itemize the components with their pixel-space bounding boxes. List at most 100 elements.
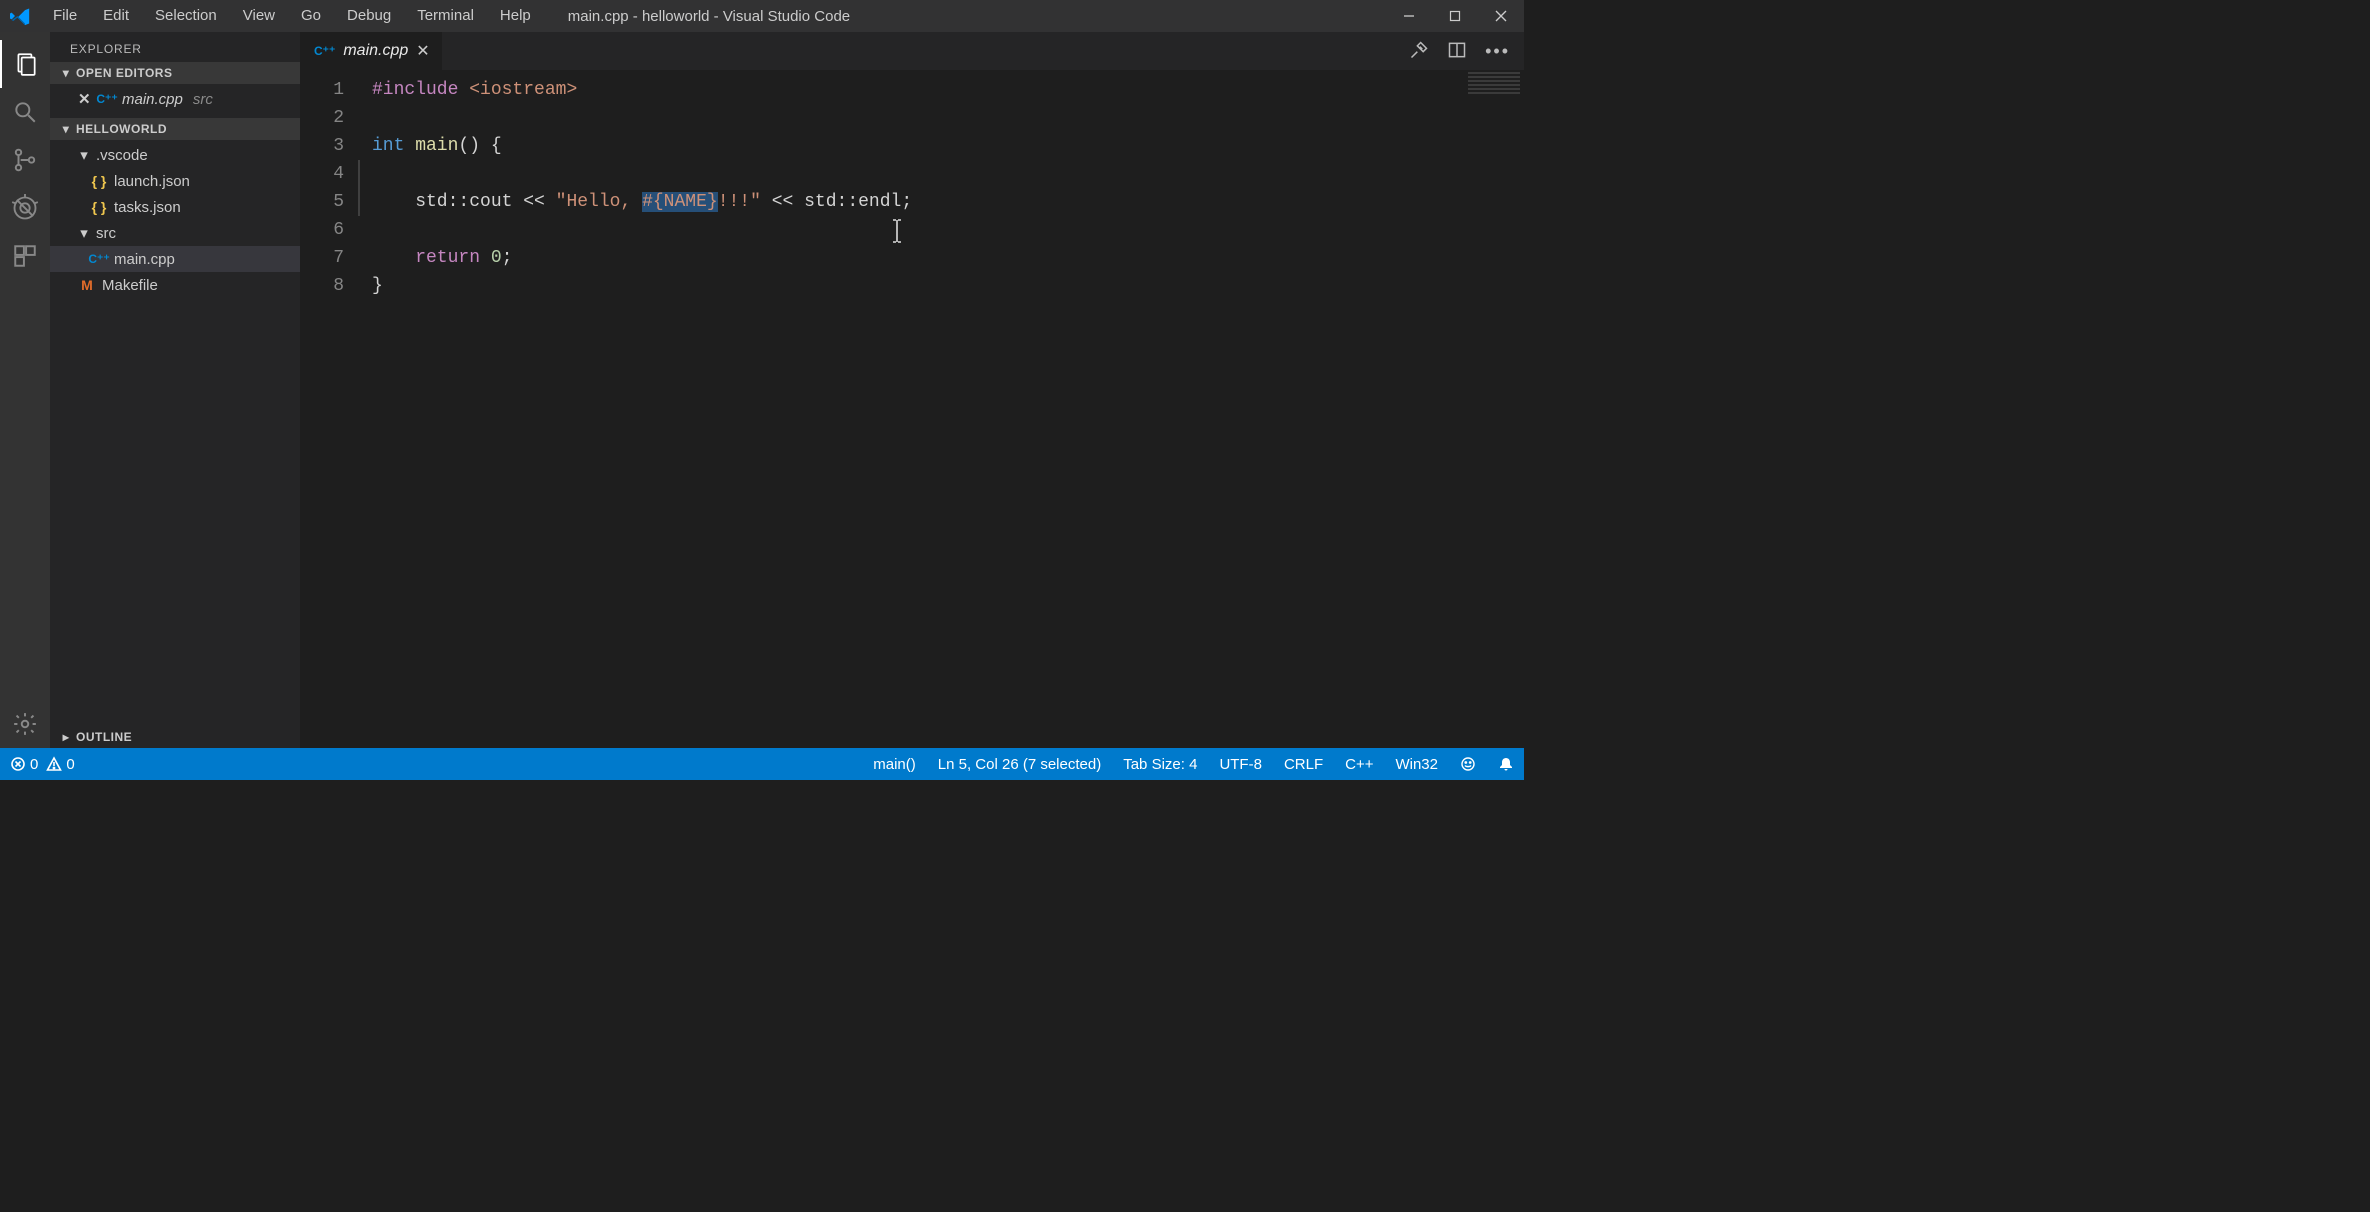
activity-search[interactable]	[0, 88, 50, 136]
error-icon	[10, 756, 26, 772]
tree-label: .vscode	[96, 147, 148, 164]
status-errors-count: 0	[30, 756, 38, 773]
status-language[interactable]: C++	[1345, 756, 1373, 773]
menu-view[interactable]: View	[230, 0, 288, 32]
status-tab-size[interactable]: Tab Size: 4	[1123, 756, 1197, 773]
tree-label: main.cpp	[114, 251, 175, 268]
activity-source-control[interactable]	[0, 136, 50, 184]
line-number: 4	[300, 160, 344, 188]
window-maximize-button[interactable]	[1432, 0, 1478, 32]
line-number: 6	[300, 216, 344, 244]
cpp-file-icon: C⁺⁺	[314, 44, 335, 58]
editor-tab-main-cpp[interactable]: C⁺⁺ main.cpp ✕	[300, 32, 443, 70]
minimap[interactable]	[1464, 70, 1524, 748]
menu-edit[interactable]: Edit	[90, 0, 142, 32]
line-number: 1	[300, 76, 344, 104]
status-platform[interactable]: Win32	[1395, 756, 1438, 773]
window-close-button[interactable]	[1478, 0, 1524, 32]
activity-extensions[interactable]	[0, 232, 50, 280]
tree-file-tasks-json[interactable]: { } tasks.json	[50, 194, 300, 220]
chevron-right-icon: ▸	[60, 730, 72, 744]
status-eol[interactable]: CRLF	[1284, 756, 1323, 773]
line-indent-guide	[358, 160, 360, 216]
line-number-gutter: 1 2 3 4 5 6 7 8	[300, 70, 358, 748]
section-project-label: HELLOWORLD	[76, 122, 167, 136]
section-project[interactable]: ▾ HELLOWORLD	[50, 118, 300, 140]
chevron-down-icon: ▾	[60, 122, 72, 136]
status-feedback-icon[interactable]	[1460, 756, 1476, 772]
activity-settings[interactable]	[0, 700, 50, 748]
menu-bar: File Edit Selection View Go Debug Termin…	[40, 0, 544, 32]
code-editor[interactable]: 1 2 3 4 5 6 7 8 #include <iostream> int …	[300, 70, 1524, 748]
open-editor-detail: src	[193, 91, 213, 108]
activity-explorer[interactable]	[0, 40, 50, 88]
status-notifications-icon[interactable]	[1498, 756, 1514, 772]
chevron-down-icon: ▾	[78, 146, 90, 164]
more-actions-icon[interactable]: •••	[1485, 41, 1510, 62]
open-editor-filename: main.cpp	[122, 91, 183, 108]
status-scope[interactable]: main()	[873, 756, 916, 773]
line-number: 7	[300, 244, 344, 272]
window-title: main.cpp - helloworld - Visual Studio Co…	[544, 8, 1386, 25]
json-file-icon: { }	[90, 199, 108, 215]
title-bar: File Edit Selection View Go Debug Termin…	[0, 0, 1524, 32]
code-content[interactable]: #include <iostream> int main() { std::co…	[358, 70, 912, 748]
tree-folder-src[interactable]: ▾ src	[50, 220, 300, 246]
activity-debug[interactable]	[0, 184, 50, 232]
line-number: 3	[300, 132, 344, 160]
menu-selection[interactable]: Selection	[142, 0, 230, 32]
section-open-editors-label: OPEN EDITORS	[76, 66, 172, 80]
section-outline-label: OUTLINE	[76, 730, 132, 744]
cpp-file-icon: C⁺⁺	[98, 92, 116, 106]
menu-debug[interactable]: Debug	[334, 0, 404, 32]
chevron-down-icon: ▾	[78, 224, 90, 242]
line-number: 2	[300, 104, 344, 132]
line-number: 5	[300, 188, 344, 216]
menu-help[interactable]: Help	[487, 0, 544, 32]
status-warnings[interactable]: 0	[46, 756, 74, 773]
split-editor-icon[interactable]	[1447, 40, 1467, 63]
line-number: 8	[300, 272, 344, 300]
section-open-editors[interactable]: ▾ OPEN EDITORS	[50, 62, 300, 84]
text-cursor-icon	[890, 218, 904, 252]
window-controls	[1386, 0, 1524, 32]
json-file-icon: { }	[90, 173, 108, 189]
explorer-sidebar: EXPLORER ▾ OPEN EDITORS ✕ C⁺⁺ main.cpp s…	[50, 32, 300, 748]
editor-group: C⁺⁺ main.cpp ✕ ••• 1 2 3 4 5	[300, 32, 1524, 748]
window-minimize-button[interactable]	[1386, 0, 1432, 32]
tree-folder-vscode[interactable]: ▾ .vscode	[50, 142, 300, 168]
sidebar-title: EXPLORER	[50, 32, 300, 62]
file-tree: ▾ .vscode { } launch.json { } tasks.json…	[50, 140, 300, 304]
status-errors[interactable]: 0	[10, 756, 38, 773]
status-encoding[interactable]: UTF-8	[1219, 756, 1262, 773]
tree-file-makefile[interactable]: M Makefile	[50, 272, 300, 298]
section-outline[interactable]: ▸ OUTLINE	[50, 726, 300, 748]
open-editors-list: ✕ C⁺⁺ main.cpp src	[50, 84, 300, 118]
editor-actions: •••	[1409, 32, 1524, 70]
close-icon[interactable]: ✕	[416, 41, 429, 61]
tree-label: src	[96, 225, 116, 242]
status-warnings-count: 0	[66, 756, 74, 773]
tree-label: Makefile	[102, 277, 158, 294]
menu-terminal[interactable]: Terminal	[404, 0, 487, 32]
status-bar: 0 0 main() Ln 5, Col 26 (7 selected) Tab…	[0, 748, 1524, 780]
tree-label: tasks.json	[114, 199, 181, 216]
close-icon[interactable]: ✕	[78, 90, 92, 108]
tree-file-launch-json[interactable]: { } launch.json	[50, 168, 300, 194]
text-selection: #{NAME}	[642, 192, 718, 212]
tab-label: main.cpp	[343, 42, 408, 60]
tree-file-main-cpp[interactable]: C⁺⁺ main.cpp	[50, 246, 300, 272]
cpp-file-icon: C⁺⁺	[90, 252, 108, 266]
menu-go[interactable]: Go	[288, 0, 334, 32]
activity-bar	[0, 32, 50, 748]
makefile-icon: M	[78, 277, 96, 293]
open-editor-item[interactable]: ✕ C⁺⁺ main.cpp src	[50, 86, 300, 112]
editor-tab-bar: C⁺⁺ main.cpp ✕ •••	[300, 32, 1524, 70]
vscode-logo-icon	[0, 6, 40, 26]
warning-icon	[46, 756, 62, 772]
chevron-down-icon: ▾	[60, 66, 72, 80]
tree-label: launch.json	[114, 173, 190, 190]
menu-file[interactable]: File	[40, 0, 90, 32]
status-position[interactable]: Ln 5, Col 26 (7 selected)	[938, 756, 1101, 773]
build-icon[interactable]	[1409, 40, 1429, 63]
